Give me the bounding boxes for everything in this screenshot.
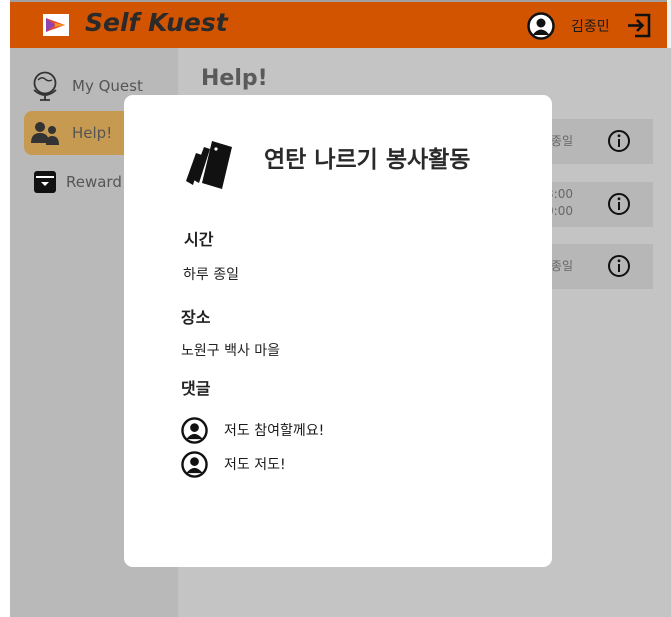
sidebar-item-label: Help! [72, 124, 113, 142]
time-value: 하루 종일 [183, 267, 239, 283]
info-icon[interactable] [607, 192, 631, 216]
user-name[interactable]: 김종민 [571, 16, 610, 36]
users-icon [30, 118, 60, 148]
top-bar: Self Kuest 김종민 [10, 0, 667, 48]
app-logo-icon[interactable] [43, 14, 69, 36]
modal-title: 연탄 나르기 봉사활동 [264, 147, 471, 173]
quest-detail-modal: 연탄 나르기 봉사활동 시간 하루 종일 장소 노원구 백사 마을 댓글 저도 … [124, 95, 552, 567]
place-label: 장소 [181, 308, 211, 327]
info-icon[interactable] [607, 254, 631, 278]
page-title: Help! [201, 66, 268, 91]
time-label: 시간 [184, 230, 214, 249]
inbox-icon [30, 167, 60, 197]
comment-item: 저도 참여할께요! [181, 416, 324, 444]
app-title[interactable]: Self Kuest [85, 8, 228, 37]
globe-icon [30, 71, 60, 101]
coal-briquette-icon [176, 135, 236, 191]
sidebar-item-label: Reward [66, 173, 122, 191]
card-time: 종일 [550, 134, 573, 148]
logout-icon[interactable] [625, 12, 652, 39]
info-icon[interactable] [607, 129, 631, 153]
user-avatar-icon[interactable] [527, 12, 555, 40]
place-value: 노원구 백사 마을 [181, 343, 281, 359]
comment-text: 저도 참여할께요! [224, 423, 325, 439]
commenter-avatar-icon [181, 416, 208, 444]
commenter-avatar-icon [181, 450, 208, 478]
sidebar-item-label: My Quest [72, 77, 143, 95]
comment-item: 저도 저도! [181, 450, 286, 478]
comment-text: 저도 저도! [224, 457, 286, 473]
comments-label: 댓글 [181, 379, 211, 398]
card-time: 종일 [550, 259, 573, 273]
